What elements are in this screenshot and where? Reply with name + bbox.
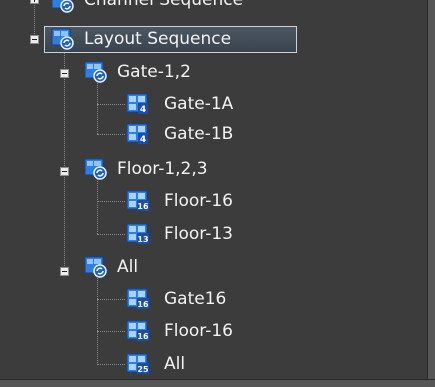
svg-text:16: 16 [137, 202, 149, 211]
tree-item-label: Floor-13 [164, 224, 233, 244]
collapse-toggle-icon[interactable] [60, 69, 69, 78]
tree-connector [97, 104, 125, 105]
tree-connector [97, 134, 125, 135]
expand-toggle-icon[interactable] [30, 0, 39, 4]
layout-16-icon: 16 [126, 190, 150, 212]
tree-item-label: Gate-1B [164, 124, 234, 144]
tree-connector [97, 364, 125, 365]
tree-item-label: All [117, 257, 139, 277]
tree-item-label: Layout Sequence [84, 29, 232, 49]
layout-13-icon: 13 [126, 223, 150, 245]
tree-item-label: Gate-1A [164, 94, 234, 114]
tree-item-label: Floor-1,2,3 [117, 159, 208, 179]
layout-16-icon: 16 [126, 288, 150, 310]
tree-item-label: All [164, 354, 186, 374]
tree-item-label: Gate16 [164, 289, 227, 309]
svg-text:4: 4 [140, 105, 146, 115]
tree-item-label: Floor-16 [164, 191, 233, 211]
layout-4-icon: 4 [126, 123, 150, 145]
tree-connector [97, 201, 125, 202]
tree-connector [34, 0, 35, 34]
tree-connector [97, 178, 98, 234]
tree-item-label: Channel Sequence [84, 0, 244, 10]
layout-25-icon: 25 [126, 353, 150, 375]
sequence-icon [84, 158, 108, 180]
svg-text:13: 13 [137, 235, 148, 244]
tree-item-label: Gate-1,2 [117, 62, 191, 82]
collapse-toggle-icon[interactable] [60, 267, 69, 276]
tree-connector [97, 276, 98, 365]
collapse-toggle-icon[interactable] [60, 167, 69, 176]
panel-frame-bottom [0, 379, 435, 387]
sequence-icon [51, 0, 75, 13]
panel-frame-right [427, 0, 435, 387]
sequence-icon [84, 61, 108, 83]
tree-connector [97, 299, 125, 300]
tree-connector [97, 234, 125, 235]
svg-text:25: 25 [137, 365, 149, 374]
svg-text:16: 16 [137, 300, 149, 309]
tree-item-label: Floor-16 [164, 321, 233, 341]
layout-16-icon: 16 [126, 320, 150, 342]
tree-connector [97, 331, 125, 332]
layout-tree-panel: Channel Sequence Layout Sequence Gate-1,… [0, 0, 435, 387]
tree-connector [97, 80, 98, 134]
layout-4-icon: 4 [126, 93, 150, 115]
collapse-toggle-icon[interactable] [30, 35, 39, 44]
sequence-icon [51, 28, 75, 50]
svg-text:16: 16 [137, 332, 149, 341]
svg-text:4: 4 [140, 135, 146, 145]
sequence-icon [84, 256, 108, 278]
